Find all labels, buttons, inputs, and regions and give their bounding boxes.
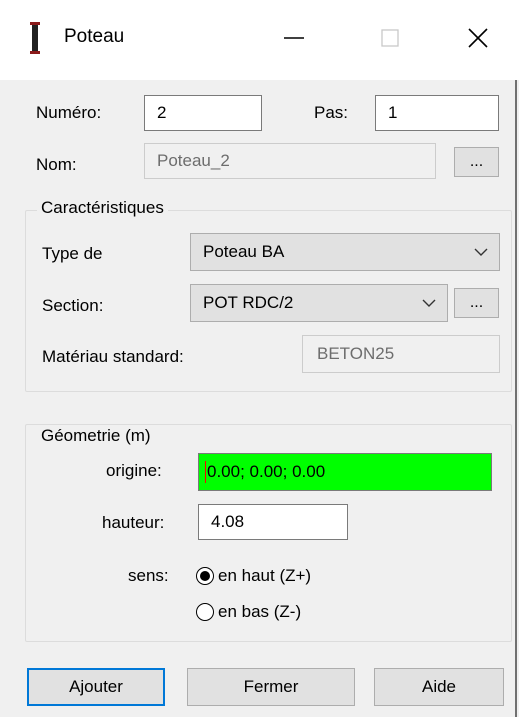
materiau-label: Matériau standard: (42, 347, 184, 366)
ajouter-button[interactable]: Ajouter (27, 668, 165, 706)
section-browse-button[interactable]: ... (454, 288, 499, 318)
nom-input: Poteau_2 (144, 143, 436, 179)
minimize-button[interactable] (262, 14, 326, 62)
section-label: Section: (42, 296, 104, 315)
sens-label: sens: (128, 566, 169, 585)
materiau-input: BETON25 (302, 335, 500, 373)
nom-browse-button[interactable]: ... (454, 147, 499, 177)
close-icon (468, 28, 488, 48)
origine-label: origine: (106, 461, 162, 480)
sens-option-up-label: en haut (Z+) (218, 566, 312, 585)
window-title: Poteau (64, 26, 125, 47)
nom-label: Nom: (36, 155, 77, 174)
close-button[interactable] (446, 14, 510, 62)
pas-input[interactable]: 1 (375, 95, 499, 131)
column-icon (30, 22, 40, 54)
radio-unchecked-icon (196, 603, 214, 621)
title-bar: Poteau (0, 0, 519, 80)
minimize-icon (284, 37, 304, 39)
caracteristiques-title: Caractéristiques (37, 198, 168, 218)
type-select[interactable]: Poteau BA (190, 233, 500, 271)
section-select[interactable]: POT RDC/2 (190, 284, 448, 322)
maximize-button[interactable] (358, 14, 422, 62)
text-cursor (205, 461, 206, 483)
type-select-value: Poteau BA (203, 242, 285, 261)
geometrie-title: Géometrie (m) (37, 426, 155, 446)
numero-label: Numéro: (36, 103, 102, 122)
sens-option-down[interactable]: en bas (Z-) (196, 602, 301, 622)
chevron-down-icon (422, 299, 436, 307)
chevron-down-icon (474, 248, 488, 256)
sens-option-down-label: en bas (Z-) (218, 602, 302, 621)
sens-option-up[interactable]: en haut (Z+) (196, 566, 311, 586)
hauteur-label: hauteur: (102, 513, 165, 532)
pas-label: Pas: (314, 103, 349, 122)
section-select-value: POT RDC/2 (203, 293, 294, 312)
origine-input[interactable]: 0.00; 0.00; 0.00 (198, 453, 492, 491)
aide-button[interactable]: Aide (374, 668, 504, 706)
hauteur-input[interactable]: 4.08 (198, 504, 348, 540)
type-label: Type de (42, 244, 103, 263)
origine-value: 0.00; 0.00; 0.00 (207, 462, 326, 481)
numero-input[interactable]: 2 (144, 95, 262, 131)
maximize-icon (381, 29, 399, 47)
radio-checked-icon (196, 567, 214, 585)
fermer-button[interactable]: Fermer (187, 668, 355, 706)
